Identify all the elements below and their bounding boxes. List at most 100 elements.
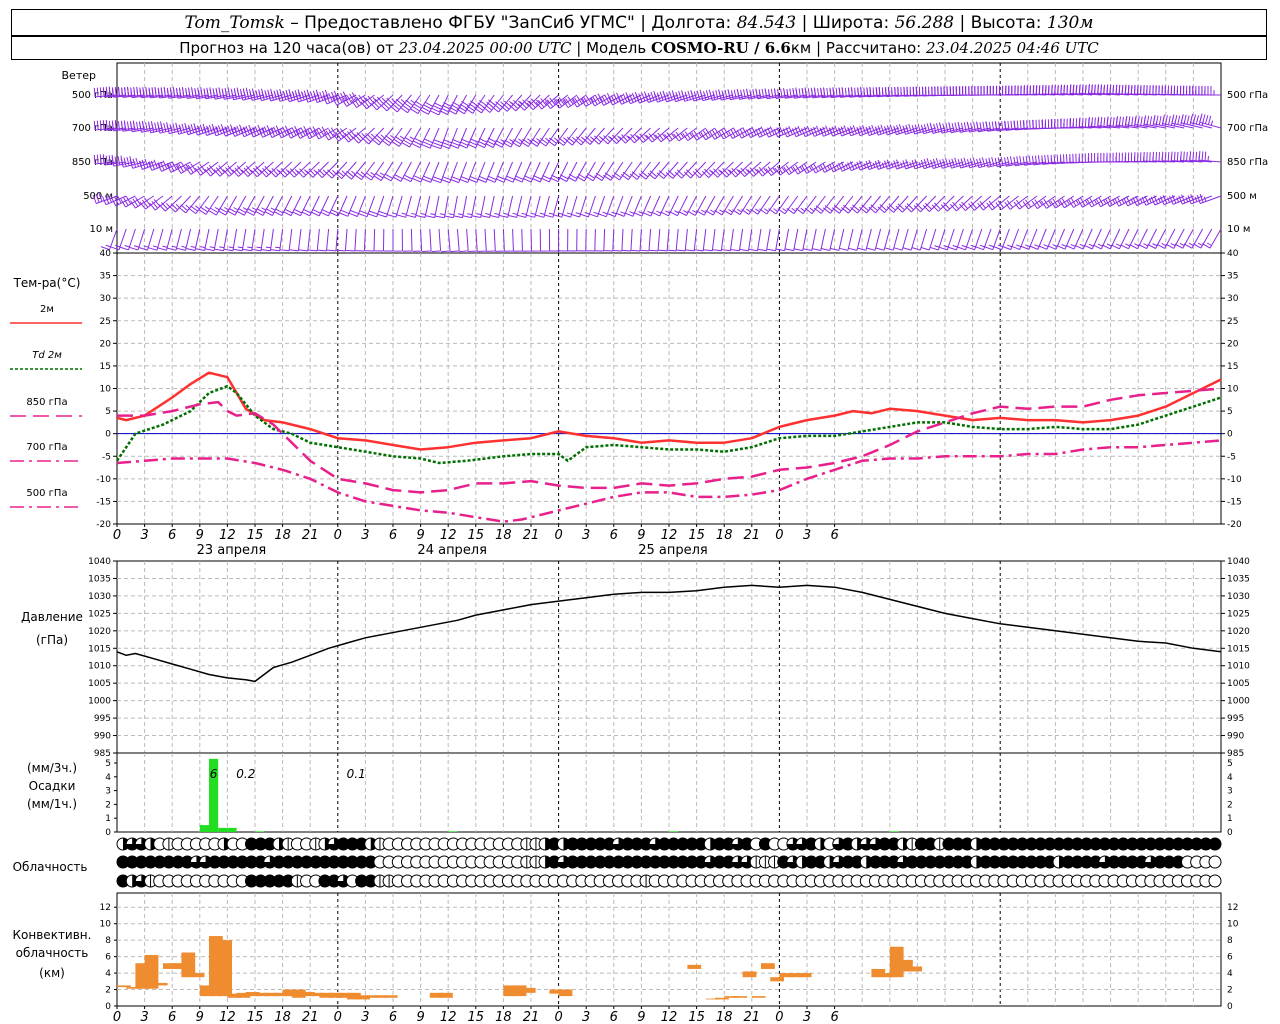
wind-barb bbox=[486, 161, 504, 183]
x-tick-label: 3 bbox=[803, 1010, 811, 1024]
cloud-circle-icon bbox=[1208, 855, 1222, 869]
convective-bar bbox=[558, 989, 573, 997]
wind-barb bbox=[450, 161, 468, 184]
temperature-tick-label-left: 35 bbox=[100, 272, 111, 282]
wind-barb bbox=[1002, 228, 1020, 251]
precip-tick-label-left: 5 bbox=[105, 759, 111, 769]
wind-level-label-right: 500 гПа bbox=[1227, 90, 1268, 101]
wind-barb bbox=[732, 195, 753, 216]
pressure-tick-label-right: 990 bbox=[1227, 732, 1244, 742]
x-tick-label: 21 bbox=[302, 1010, 319, 1024]
convective-bar bbox=[218, 940, 232, 997]
wind-barb bbox=[1120, 228, 1139, 250]
wind-level-label-left: 10 м bbox=[90, 224, 113, 235]
wind-barb bbox=[603, 161, 624, 181]
wind-barb bbox=[522, 228, 532, 252]
wind-barb bbox=[458, 127, 477, 149]
wind-barb bbox=[1201, 228, 1222, 249]
pressure-tick-label-right: 1005 bbox=[1227, 679, 1250, 689]
wind-barb bbox=[696, 195, 716, 216]
wind-barb bbox=[504, 228, 514, 252]
precip-unit-3h: (мм/3ч.) bbox=[27, 761, 77, 775]
wind-barb bbox=[264, 195, 284, 216]
x-tick-label: 12 bbox=[440, 528, 457, 543]
wind-level-label-right: 500 м bbox=[1227, 191, 1257, 202]
legend-label: 850 гПа bbox=[26, 397, 67, 408]
wind-barb bbox=[450, 228, 460, 253]
x-tick-label: 0 bbox=[334, 528, 342, 543]
temperature-tick-label-left: -10 bbox=[96, 475, 111, 485]
precip-amount-label: 6 bbox=[210, 767, 218, 781]
temperature-tick-label-left: 10 bbox=[100, 385, 112, 395]
wind-barb bbox=[495, 161, 514, 183]
x-tick-label: 18 bbox=[716, 528, 733, 543]
wind-barb bbox=[439, 94, 458, 116]
wind-barb bbox=[456, 94, 477, 115]
precip-tick-label-right: 4 bbox=[1227, 773, 1233, 783]
x-tick-label: 6 bbox=[389, 1010, 397, 1024]
wind-barb bbox=[393, 228, 403, 252]
convective-bar bbox=[733, 996, 748, 998]
wind-barb bbox=[373, 161, 394, 182]
precip-bar bbox=[218, 827, 228, 832]
wind-barb bbox=[380, 94, 403, 112]
temperature-tick-label-left: 15 bbox=[100, 362, 111, 372]
convective-tick-label-left: 2 bbox=[105, 986, 111, 996]
cloud-cover-icon bbox=[1208, 874, 1222, 888]
wind-barb bbox=[576, 228, 587, 252]
x-tick-label: 0 bbox=[113, 1010, 121, 1024]
temperature-tick-label-right: 25 bbox=[1227, 317, 1238, 327]
wind-barb bbox=[345, 228, 357, 252]
wind-barb bbox=[310, 195, 330, 217]
temperature-tick-label-right: 35 bbox=[1227, 272, 1238, 282]
convective-tick-label-left: 0 bbox=[105, 1002, 111, 1012]
pressure-tick-label-left: 1010 bbox=[88, 662, 111, 672]
wind-barb bbox=[1047, 228, 1066, 250]
x-tick-label: 3 bbox=[361, 528, 369, 543]
wind-barb bbox=[558, 228, 569, 252]
temperature-tick-label-left: 30 bbox=[100, 294, 112, 304]
x-tick-label: 18 bbox=[495, 528, 512, 543]
wind-barb bbox=[520, 127, 541, 148]
x-tick-label: 21 bbox=[523, 528, 540, 543]
precip-bar bbox=[227, 827, 237, 832]
pressure-tick-label-right: 1015 bbox=[1227, 644, 1250, 654]
wind-barb bbox=[984, 228, 1001, 251]
temperature-tick-label-left: 25 bbox=[100, 317, 111, 327]
cloud-cover-icon bbox=[1208, 855, 1222, 869]
precip-bar bbox=[255, 831, 265, 832]
pressure-unit: (гПа) bbox=[36, 633, 68, 647]
wind-barb bbox=[741, 195, 762, 215]
x-tick-label: 18 bbox=[274, 1010, 291, 1024]
precip-tick-label-right: 2 bbox=[1227, 800, 1233, 810]
temperature-tick-label-right: -15 bbox=[1227, 497, 1242, 507]
pressure-tick-label-left: 1035 bbox=[88, 574, 111, 584]
convective-bar bbox=[521, 987, 536, 993]
x-tick-label: 12 bbox=[440, 1010, 457, 1024]
x-tick-label: 15 bbox=[468, 528, 485, 543]
wind-barb bbox=[254, 195, 274, 216]
x-tick-label: 21 bbox=[302, 528, 319, 543]
precip-amount-label: 0.1 bbox=[347, 767, 366, 781]
wind-barb bbox=[570, 195, 587, 218]
pressure-tick-label-left: 1025 bbox=[88, 609, 111, 619]
wind-barb bbox=[236, 195, 256, 216]
wind-barb bbox=[402, 161, 422, 183]
x-tick-label: 3 bbox=[140, 528, 148, 543]
x-tick-label: 9 bbox=[637, 1010, 645, 1024]
x-tick-label: 15 bbox=[688, 528, 705, 543]
precip-amount-label: 0.2 bbox=[236, 767, 255, 781]
pressure-tick-label-left: 1015 bbox=[88, 644, 111, 654]
cloud-overcast-icon bbox=[1208, 837, 1222, 851]
wind-barb bbox=[1192, 228, 1213, 249]
temperature-tick-label-right: 10 bbox=[1227, 385, 1239, 395]
wind-barb bbox=[493, 127, 514, 148]
wind-barb bbox=[252, 228, 265, 252]
wind-barb bbox=[611, 161, 633, 181]
wind-barb bbox=[486, 228, 496, 252]
wind-barb bbox=[603, 228, 615, 252]
x-tick-label: 9 bbox=[196, 528, 204, 543]
day-label: 24 апреля bbox=[417, 543, 487, 558]
x-tick-label: 15 bbox=[247, 528, 264, 543]
wind-barb bbox=[1038, 228, 1056, 250]
